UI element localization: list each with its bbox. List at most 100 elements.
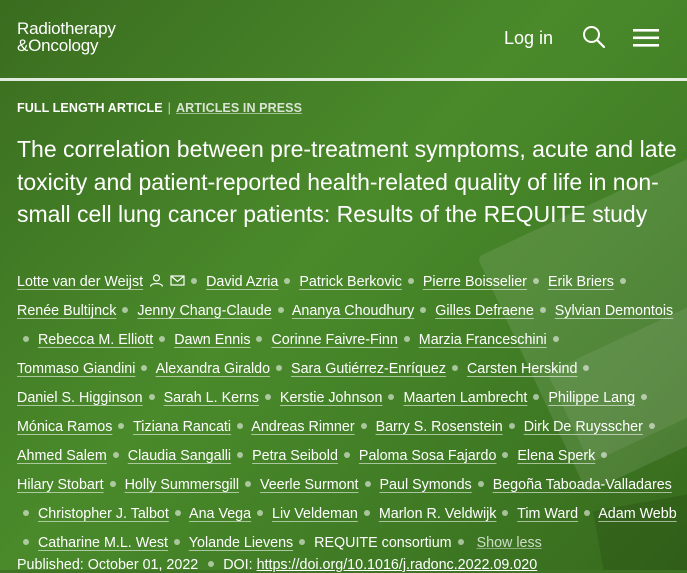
author-link[interactable]: Barry S. Rosenstein <box>376 419 503 435</box>
author-link[interactable]: Lotte van der Weijst <box>17 274 143 290</box>
separator-dot <box>277 307 284 314</box>
separator-dot <box>257 510 264 517</box>
articles-in-press-link[interactable]: ARTICLES IN PRESS <box>176 101 302 115</box>
separator-dot <box>276 365 283 372</box>
author-link[interactable]: Liv Veldeman <box>272 506 358 522</box>
author-link[interactable]: Ananya Choudhury <box>292 303 414 319</box>
author-link[interactable]: Patrick Berkovic <box>299 274 402 290</box>
author-link[interactable]: Sarah L. Kerns <box>164 390 259 406</box>
header-divider <box>0 78 687 81</box>
author-link[interactable]: Dirk De Ruysscher <box>524 419 643 435</box>
author-link[interactable]: Tiziana Rancati <box>133 419 231 435</box>
author-link[interactable]: Dawn Ennis <box>174 332 250 348</box>
author-link[interactable]: Corinne Faivre-Finn <box>271 332 397 348</box>
author-link[interactable]: Daniel S. Higginson <box>17 390 143 406</box>
author-link[interactable]: Begoña Taboada-Valladares <box>493 477 672 493</box>
author-link[interactable]: Claudia Sangalli <box>128 448 231 464</box>
author-link[interactable]: Holly Summersgill <box>125 477 239 493</box>
author-link[interactable]: Sara Gutiérrez-Enríquez <box>291 361 446 377</box>
separator-dot <box>118 423 125 430</box>
doi-link[interactable]: https://doi.org/10.1016/j.radonc.2022.09… <box>257 557 538 573</box>
separator-dot <box>584 510 591 517</box>
author-link[interactable]: Alexandra Giraldo <box>156 361 270 377</box>
author-link[interactable]: Hilary Stobart <box>17 477 104 493</box>
journal-logo[interactable]: Radiotherapy &Oncology <box>17 20 116 54</box>
article-title: The correlation between pre-treatment sy… <box>17 136 677 227</box>
separator-dot <box>141 365 148 372</box>
author-link[interactable]: Catharine M.L. West <box>38 535 168 551</box>
separator-dot <box>364 481 371 488</box>
author-link[interactable]: Carsten Herskind <box>467 361 577 377</box>
separator-dot <box>388 394 395 401</box>
author-link[interactable]: Renée Bultijnck <box>17 303 116 319</box>
logo-line-2: &Oncology <box>17 36 99 55</box>
author-link[interactable]: David Azria <box>206 274 278 290</box>
separator-dot <box>23 336 29 343</box>
author-link[interactable]: Erik Briers <box>548 274 614 290</box>
separator-dot <box>284 278 291 285</box>
author-link[interactable]: Pierre Boisselier <box>423 274 527 290</box>
author-link[interactable]: Tommaso Giandini <box>17 361 135 377</box>
author-link[interactable]: Ahmed Salem <box>17 448 107 464</box>
author-link[interactable]: Yolande Lievens <box>189 535 293 551</box>
author-link[interactable]: Petra Seibold <box>252 448 338 464</box>
meta-separator: | <box>167 101 171 115</box>
author-link[interactable]: Kerstie Johnson <box>280 390 383 406</box>
publication-info: Published: October 01, 2022 DOI: https:/… <box>17 557 537 573</box>
show-less-link[interactable]: Show less <box>477 535 542 551</box>
person-icon[interactable] <box>149 269 164 287</box>
separator-dot <box>174 539 181 546</box>
separator-dot <box>363 510 370 517</box>
separator-dot <box>264 394 271 401</box>
separator-dot <box>533 394 540 401</box>
author-link[interactable]: Elena Sperk <box>517 448 595 464</box>
separator-dot <box>174 510 181 517</box>
separator-dot <box>532 278 539 285</box>
author-link[interactable]: Philippe Lang <box>548 390 635 406</box>
author-link[interactable]: Veerle Surmont <box>260 477 359 493</box>
author-link[interactable]: Paloma Sosa Fajardo <box>359 448 496 464</box>
author-link[interactable]: Gilles Defraene <box>435 303 534 319</box>
separator-dot <box>23 539 29 546</box>
article-meta: FULL LENGTH ARTICLE | ARTICLES IN PRESS <box>17 101 302 115</box>
author-link[interactable]: REQUITE consortium <box>314 535 451 551</box>
separator-dot <box>552 336 559 343</box>
author-link[interactable]: Maarten Lambrecht <box>403 390 527 406</box>
separator-dot <box>407 278 414 285</box>
author-link[interactable]: Marzia Franceschini <box>419 332 547 348</box>
author-link[interactable]: Rebecca M. Elliott <box>38 332 153 348</box>
author-link[interactable]: Adam Webb <box>598 506 676 522</box>
login-link[interactable]: Log in <box>504 28 553 49</box>
separator-dot <box>451 365 458 372</box>
separator-dot <box>208 561 215 568</box>
separator-dot <box>23 510 29 517</box>
separator-dot <box>403 336 410 343</box>
author-link[interactable]: Jenny Chang-Claude <box>137 303 271 319</box>
separator-dot <box>502 452 509 459</box>
author-link[interactable]: Andreas Rimner <box>251 419 354 435</box>
email-icon[interactable] <box>170 269 185 286</box>
separator-dot <box>539 307 546 314</box>
article-type: FULL LENGTH ARTICLE <box>17 101 163 115</box>
separator-dot <box>601 452 608 459</box>
separator-dot <box>477 481 484 488</box>
author-link[interactable]: Tim Ward <box>517 506 578 522</box>
separator-dot <box>256 336 263 343</box>
doi-label: DOI: <box>223 557 253 573</box>
author-link[interactable]: Ana Vega <box>189 506 251 522</box>
hamburger-menu-icon[interactable] <box>632 27 660 49</box>
separator-dot <box>360 423 367 430</box>
separator-dot <box>112 452 119 459</box>
author-link[interactable]: Paul Symonds <box>380 477 472 493</box>
author-link[interactable]: Marlon R. Veldwijk <box>379 506 497 522</box>
published-label: Published: <box>17 557 84 573</box>
search-icon[interactable] <box>582 25 606 49</box>
separator-dot <box>122 307 129 314</box>
author-list: Lotte van der Weijst David Azria Patrick… <box>17 268 677 558</box>
author-link[interactable]: Mónica Ramos <box>17 419 112 435</box>
published-date: October 01, 2022 <box>87 557 199 573</box>
author-link[interactable]: Sylvian Demontois <box>555 303 673 319</box>
author-link[interactable]: Christopher J. Talbot <box>38 506 169 522</box>
separator-dot <box>583 365 590 372</box>
separator-dot <box>159 336 166 343</box>
